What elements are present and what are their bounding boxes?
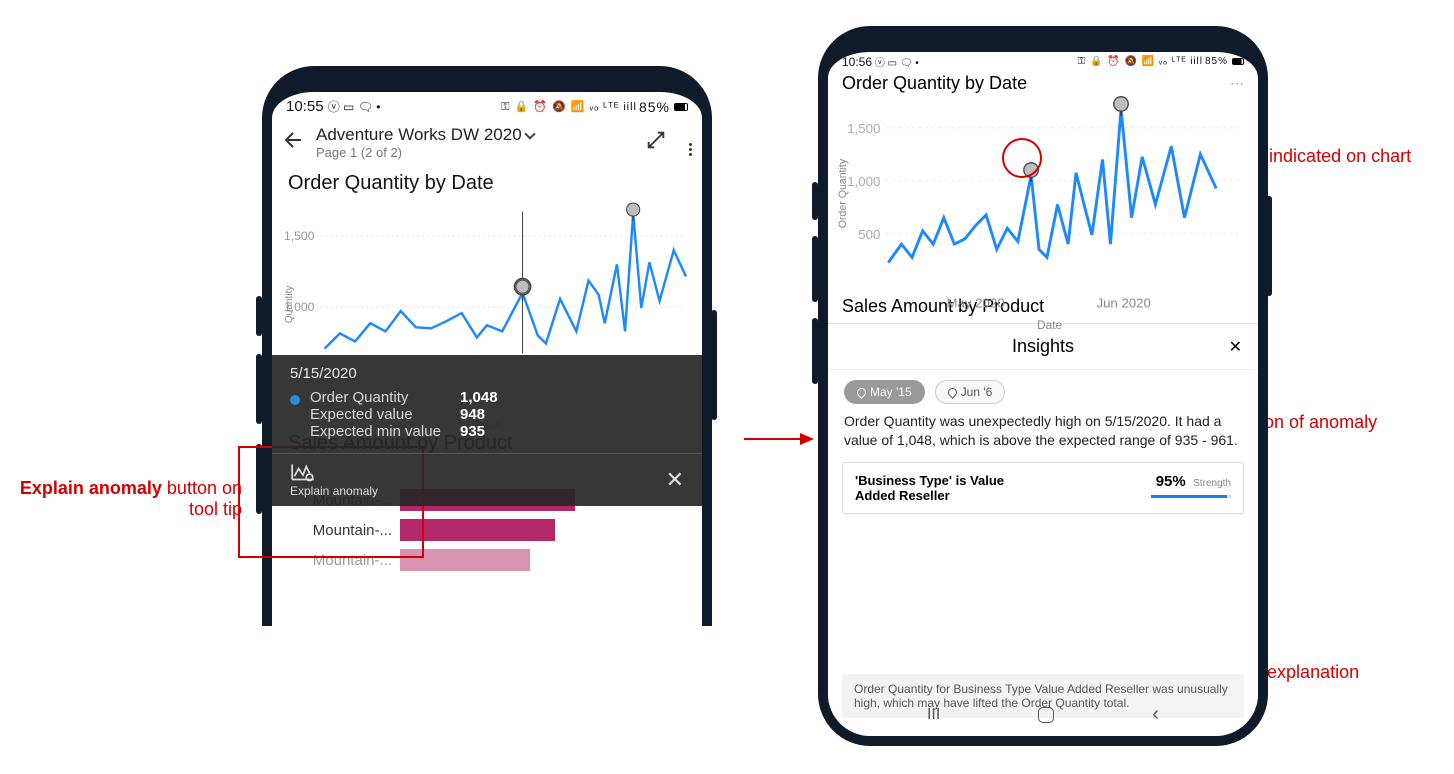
phone-a-frame: 10:55 ⓥ ▭ 🗨 • ⚿ 🔒 ⏰ 🔕 📶 ᵥₒ ᴸᵀᴱ ᎥᎥll 85% …: [262, 66, 712, 626]
svg-text:1,500: 1,500: [847, 121, 880, 136]
status-bar-b: 10:56 ⓥ ▭ 🗨 • ⚿ 🔒 ⏰ 🔕 📶 ᵥₒ ᴸᵀᴱ ᎥᎥll 85%: [828, 52, 1258, 69]
explain-anomaly-button[interactable]: Explain anomaly: [290, 462, 378, 498]
speaker-icon: [998, 34, 1088, 40]
svg-text:1,500: 1,500: [284, 229, 315, 243]
expand-icon[interactable]: [645, 129, 667, 156]
nav-recents-icon[interactable]: III: [927, 706, 940, 724]
arrow-line: [744, 438, 802, 440]
tooltip-row-value: 948: [460, 406, 485, 423]
strength-label: Strength: [1193, 478, 1231, 489]
app-header: Adventure Works DW 2020 Page 1 (2 of 2): [272, 115, 702, 166]
pin-icon: [855, 386, 868, 399]
speaker-icon: [442, 74, 532, 80]
svg-text:Quantity: Quantity: [284, 285, 295, 324]
bar-row: Mountain-...: [292, 549, 682, 571]
tooltip-row-label: Expected min value: [310, 423, 460, 440]
chart-more-icon[interactable]: ⋯: [1230, 69, 1246, 92]
pin-icon: [946, 386, 959, 399]
nav-home-icon[interactable]: [1038, 707, 1054, 723]
chart-title-b: Order Quantity by Date: [828, 69, 1041, 94]
tooltip-row-value: 1,048: [460, 389, 498, 406]
close-icon[interactable]: ✕: [666, 467, 684, 493]
svg-text:500: 500: [858, 227, 880, 242]
explanation-title: 'Business Type' is Value Added Reseller: [855, 473, 1045, 503]
tooltip-row-label: Expected value: [310, 406, 460, 423]
chip-row: May '15 Jun '6: [828, 370, 1258, 404]
tooltip-date: 5/15/2020: [290, 365, 684, 382]
annotation-text-bold: Explain anomaly: [20, 478, 162, 498]
app-title[interactable]: Adventure Works DW 2020: [316, 125, 522, 144]
phone-b-frame: 10:56 ⓥ ▭ 🗨 • ⚿ 🔒 ⏰ 🔕 📶 ᵥₒ ᴸᵀᴱ ᎥᎥll 85% …: [818, 26, 1268, 746]
insights-description: Order Quantity was unexpectedly high on …: [828, 404, 1258, 462]
annotation-text-rest: button on tool tip: [162, 478, 242, 519]
strength-bar: [1151, 495, 1231, 498]
status-bar-a: 10:55 ⓥ ▭ 🗨 • ⚿ 🔒 ⏰ 🔕 📶 ᵥₒ ᴸᵀᴱ ᎥᎥll 85%: [272, 92, 702, 115]
insights-panel: Insights ✕ May '15 Jun '6 Order Quantity…: [828, 323, 1258, 718]
status-time-a: 10:55: [286, 98, 324, 115]
series-marker-icon: [290, 395, 300, 405]
annotation-explain-btn: Explain anomaly button on tool tip: [14, 478, 242, 520]
chip-jun6[interactable]: Jun '6: [935, 380, 1006, 404]
status-battery: 85%: [639, 99, 670, 115]
svg-text:Jun 2020: Jun 2020: [1096, 296, 1150, 311]
line-chart-b[interactable]: 1,500 1,000 500 Order Quantity May 2020 …: [828, 94, 1258, 294]
explanation-card[interactable]: 'Business Type' is Value Added Reseller …: [842, 462, 1244, 514]
close-icon[interactable]: ✕: [1229, 337, 1242, 357]
chart-title-a: Order Quantity by Date: [272, 166, 702, 197]
svg-text:1,000: 1,000: [847, 174, 880, 189]
bar-row: Mountain-...: [292, 519, 682, 541]
insights-title: Insights: [1012, 336, 1074, 357]
tooltip-row-label: Order Quantity: [310, 389, 460, 406]
explanation-pct: 95%: [1156, 473, 1186, 490]
explain-anomaly-label: Explain anomaly: [290, 484, 378, 498]
tooltip-row-value: 935: [460, 423, 485, 440]
svg-text:May 2020: May 2020: [947, 296, 1005, 311]
chevron-down-icon[interactable]: [524, 128, 535, 139]
anomaly-marker-icon: [514, 279, 530, 301]
nav-back-icon[interactable]: ‹: [1152, 703, 1159, 726]
chip-may15[interactable]: May '15: [844, 380, 925, 404]
tooltip-panel: 5/15/2020 Order Quantity1,048 Expected v…: [272, 355, 702, 506]
svg-text:Order Quantity: Order Quantity: [838, 158, 849, 228]
page-label: Page 1 (2 of 2): [316, 145, 635, 160]
arrow-head-icon: [800, 433, 814, 445]
android-nav: III ‹: [828, 695, 1258, 734]
more-icon[interactable]: [689, 130, 692, 156]
back-icon[interactable]: [282, 128, 306, 158]
